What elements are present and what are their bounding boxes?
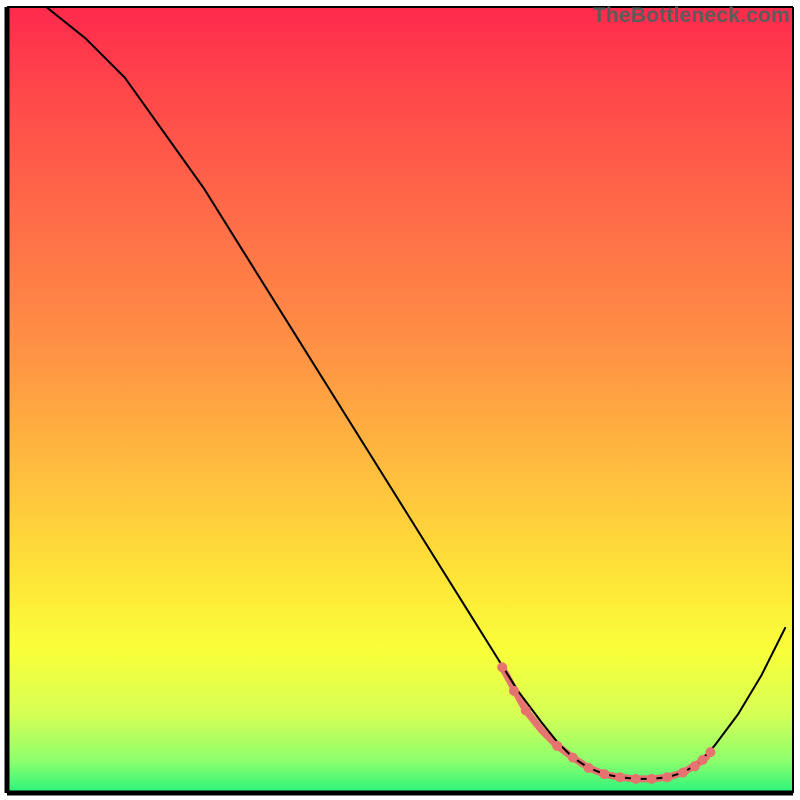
valley-marker-dot [521, 705, 531, 715]
valley-marker-dot [690, 761, 700, 771]
bottleneck-chart [0, 0, 800, 800]
valley-marker-dot [698, 755, 708, 765]
valley-marker-dot [568, 753, 578, 763]
valley-marker-dot [647, 774, 657, 784]
valley-marker-dot [509, 686, 519, 696]
valley-marker-dot [631, 774, 641, 784]
valley-marker-dot [552, 741, 562, 751]
valley-marker-dot [599, 769, 609, 779]
chart-stage: TheBottleneck.com [0, 0, 800, 800]
valley-marker-dot [662, 772, 672, 782]
valley-marker-dot [615, 772, 625, 782]
watermark-text: TheBottleneck.com [593, 4, 790, 28]
gradient-background [7, 7, 793, 793]
valley-marker-dot [678, 768, 688, 778]
valley-marker-dot [497, 662, 507, 672]
valley-marker-dot [584, 763, 594, 773]
valley-marker-dot [705, 747, 715, 757]
